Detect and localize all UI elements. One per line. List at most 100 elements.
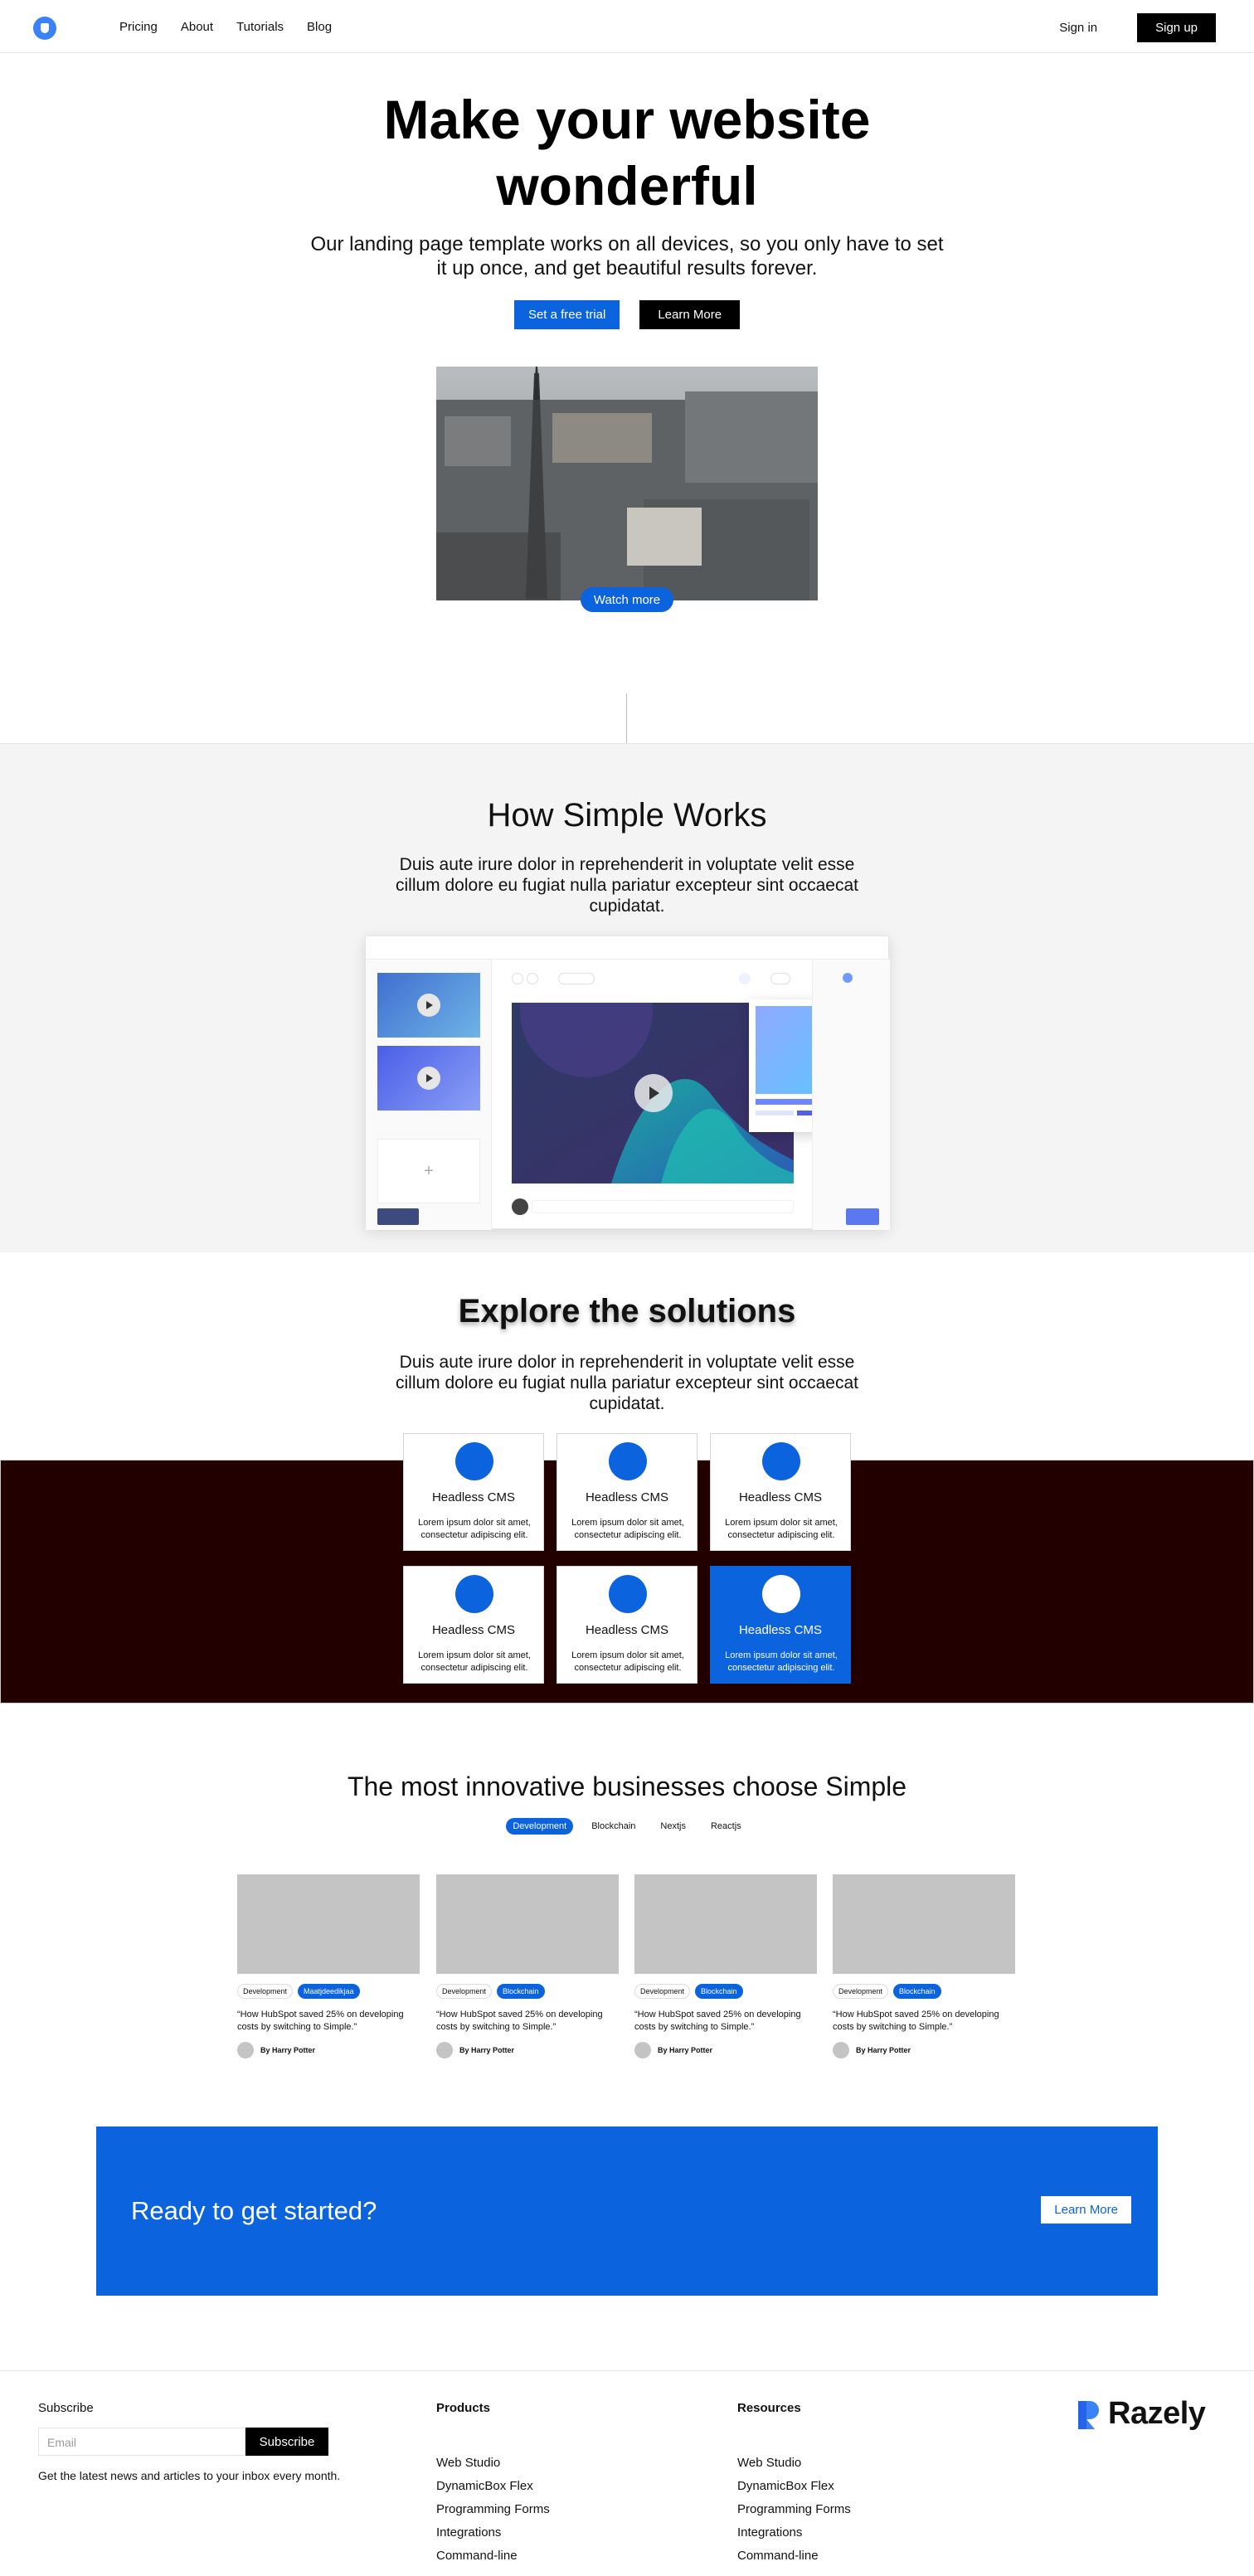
sign-in-link[interactable]: Sign in <box>1059 21 1097 35</box>
footer-link[interactable]: Integrations <box>436 2521 550 2544</box>
logo-icon[interactable] <box>33 17 56 40</box>
explore-subtitle: Duis aute irure dolor in reprehenderit i… <box>396 1353 858 1413</box>
case-study-tags: Development Blockchain <box>436 1984 619 1999</box>
subscribe-button[interactable]: Subscribe <box>245 2428 328 2456</box>
cta-learn-more-button[interactable]: Learn More <box>1041 2196 1131 2224</box>
nav-link-pricing[interactable]: Pricing <box>119 20 158 34</box>
mockup-sidebar: + <box>366 960 492 1230</box>
filter-blockchain[interactable]: Blockchain <box>585 1818 642 1835</box>
tag[interactable]: Development <box>237 1984 294 1999</box>
chevron-right-icon <box>527 973 538 984</box>
mockup-button <box>846 1208 879 1225</box>
brand-name: Razely <box>1108 2396 1206 2431</box>
footer-products-title: Products <box>436 2401 491 2415</box>
nav-link-about[interactable]: About <box>181 20 213 34</box>
solution-card-title: Headless CMS <box>431 1623 516 1637</box>
filter-development[interactable]: Development <box>506 1818 574 1835</box>
tag[interactable]: Development <box>436 1984 493 1999</box>
subscribe-note: Get the latest news and articles to your… <box>38 2469 341 2482</box>
footer-link[interactable]: Command-line <box>737 2544 851 2568</box>
hero-video-thumbnail[interactable] <box>436 367 818 600</box>
footer-link[interactable]: Integrations <box>737 2521 851 2544</box>
avatar <box>843 973 853 983</box>
author-name: By Harry Potter <box>658 2046 713 2054</box>
solution-card-desc: Lorem ipsum dolor sit amet, consectetur … <box>571 1650 684 1673</box>
email-input[interactable]: Email <box>38 2428 245 2456</box>
hero-title: Make your website wonderful <box>0 86 1254 219</box>
solution-card[interactable]: Headless CMS Lorem ipsum dolor sit amet,… <box>557 1433 697 1551</box>
avatar <box>436 2042 453 2058</box>
footer-products: Products Web Studio DynamicBox Flex Prog… <box>436 2401 550 2568</box>
avatar <box>512 1198 528 1215</box>
mockup-button <box>377 1208 419 1225</box>
case-study-card[interactable]: Development Maatjdeedikjaa “How HubSpot … <box>237 1874 420 2067</box>
sign-up-button[interactable]: Sign up <box>1137 13 1216 42</box>
nav-link-blog[interactable]: Blog <box>307 20 332 34</box>
tag[interactable]: Blockchain <box>497 1984 545 1999</box>
solution-card-title: Headless CMS <box>738 1490 823 1504</box>
tag[interactable]: Development <box>634 1984 691 1999</box>
mockup-topbar <box>366 936 890 960</box>
footer-link[interactable]: Programming Forms <box>436 2498 550 2521</box>
solution-card[interactable]: Headless CMS Lorem ipsum dolor sit amet,… <box>403 1566 544 1684</box>
footer-link[interactable]: Web Studio <box>436 2452 550 2475</box>
hero-buttons: Set a free trial Learn More <box>0 300 1254 329</box>
case-study-quote: “How HubSpot saved 25% on developing cos… <box>436 2010 603 2032</box>
tag[interactable]: Development <box>833 1984 889 1999</box>
play-icon <box>634 1074 673 1112</box>
filter-nextjs[interactable]: Nextjs <box>654 1818 693 1835</box>
category-filters: Development Blockchain Nextjs Reactjs <box>0 1818 1254 1835</box>
solution-card[interactable]: Headless CMS Lorem ipsum dolor sit amet,… <box>403 1433 544 1551</box>
case-study-author: By Harry Potter <box>833 2042 1015 2058</box>
footer-link[interactable]: DynamicBox Flex <box>737 2475 851 2498</box>
tag[interactable]: Blockchain <box>695 1984 743 1999</box>
nav-actions: Sign in Sign up <box>1059 13 1216 42</box>
chevron-left-icon <box>512 973 523 984</box>
explore-title: Explore the solutions <box>458 1293 796 1329</box>
case-study-image <box>436 1874 619 1974</box>
cta-banner: Ready to get started? Learn More <box>96 2126 1158 2296</box>
tag[interactable]: Blockchain <box>893 1984 941 1999</box>
solution-card-title: Headless CMS <box>431 1490 516 1504</box>
footer-link[interactable]: DynamicBox Flex <box>436 2475 550 2498</box>
footer-link[interactable]: Programming Forms <box>737 2498 851 2521</box>
footer-link[interactable]: Command-line <box>436 2544 550 2568</box>
solution-card[interactable]: Headless CMS Lorem ipsum dolor sit amet,… <box>710 1433 851 1551</box>
tag[interactable]: Maatjdeedikjaa <box>298 1984 360 1999</box>
solution-card-active[interactable]: Headless CMS Lorem ipsum dolor sit amet,… <box>710 1566 851 1684</box>
case-study-tags: Development Blockchain <box>833 1984 1015 1999</box>
solution-card-desc: Lorem ipsum dolor sit amet, consectetur … <box>725 1518 838 1540</box>
avatar <box>237 2042 254 2058</box>
razely-logo-icon <box>1078 2400 1099 2429</box>
watch-more-button[interactable]: Watch more <box>581 587 673 612</box>
mockup-comment-input <box>532 1200 794 1213</box>
play-icon <box>417 994 440 1017</box>
city-aerial-image <box>436 367 818 600</box>
app-mockup: + <box>365 936 890 1230</box>
solution-circle-icon <box>609 1575 647 1613</box>
solution-circle-icon <box>762 1575 800 1613</box>
case-study-card[interactable]: Development Blockchain “How HubSpot save… <box>436 1874 619 2067</box>
case-study-author: By Harry Potter <box>237 2042 420 2058</box>
solution-card-desc: Lorem ipsum dolor sit amet, consectetur … <box>725 1650 838 1673</box>
color-swatch <box>756 1111 794 1115</box>
solution-card[interactable]: Headless CMS Lorem ipsum dolor sit amet,… <box>557 1566 697 1684</box>
nav-links: Pricing About Tutorials Blog <box>119 0 332 53</box>
more-icon <box>770 973 790 984</box>
mockup-panel <box>812 960 890 1230</box>
filter-reactjs[interactable]: Reactjs <box>704 1818 748 1835</box>
nav-link-tutorials[interactable]: Tutorials <box>236 20 284 34</box>
solution-circle-icon <box>455 1575 493 1613</box>
avatar <box>833 2042 849 2058</box>
case-study-image <box>634 1874 817 1974</box>
learn-more-button[interactable]: Learn More <box>639 300 741 329</box>
case-study-card[interactable]: Development Blockchain “How HubSpot save… <box>634 1874 817 2067</box>
mockup-thumb-1 <box>377 973 480 1038</box>
case-study-quote: “How HubSpot saved 25% on developing cos… <box>237 2010 404 2032</box>
businesses-title: The most innovative businesses choose Si… <box>347 1772 907 1801</box>
footer-link[interactable]: Web Studio <box>737 2452 851 2475</box>
brand-logo[interactable]: Razely <box>1075 2396 1206 2432</box>
free-trial-button[interactable]: Set a free trial <box>513 300 620 329</box>
case-study-card[interactable]: Development Blockchain “How HubSpot save… <box>833 1874 1015 2067</box>
solution-card-desc: Lorem ipsum dolor sit amet, consectetur … <box>418 1650 531 1673</box>
